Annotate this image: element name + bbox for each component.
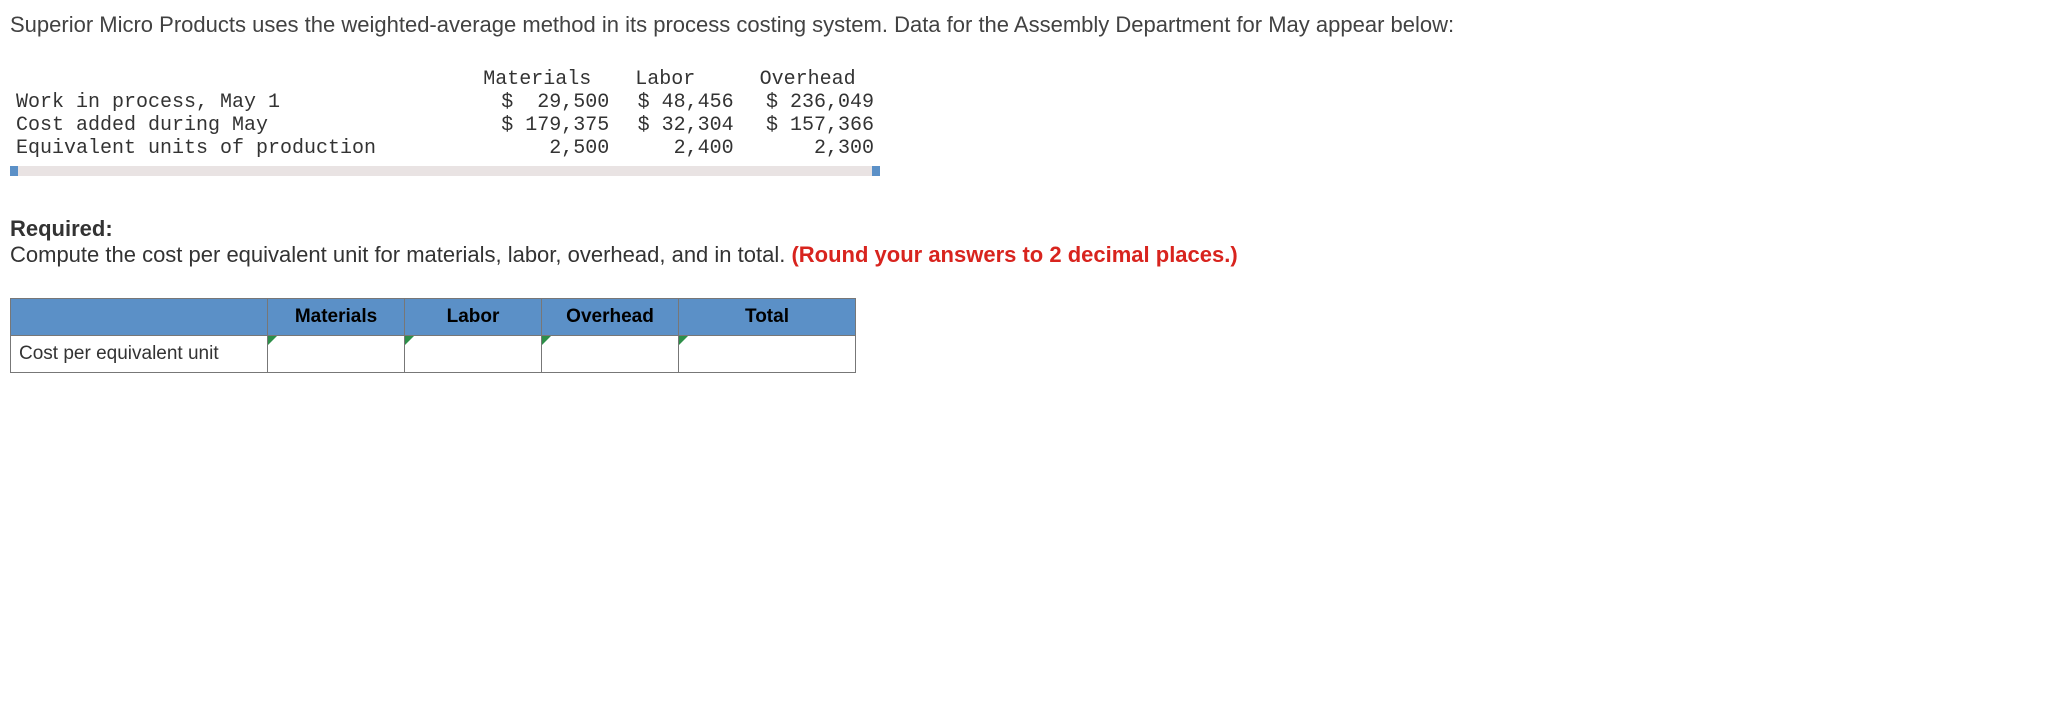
edit-indicator-icon xyxy=(542,336,551,345)
answer-row-label: Cost per equivalent unit xyxy=(11,335,268,372)
table-row: Cost added during May $ 179,375 $ 32,304… xyxy=(10,114,880,137)
input-total[interactable] xyxy=(679,335,856,372)
separator-bar xyxy=(10,166,880,176)
col-materials: Materials xyxy=(477,68,615,91)
cost-data-table: Materials Labor Overhead Work in process… xyxy=(10,68,880,176)
input-labor[interactable] xyxy=(405,335,542,372)
answer-col-overhead: Overhead xyxy=(542,298,679,335)
answer-col-total: Total xyxy=(679,298,856,335)
table-row: Equivalent units of production 2,500 2,4… xyxy=(10,137,880,160)
edit-indicator-icon xyxy=(405,336,414,345)
rounding-hint: (Round your answers to 2 decimal places.… xyxy=(791,242,1237,267)
table-row: Work in process, May 1 $ 29,500 $ 48,456… xyxy=(10,91,880,114)
required-section: Required: Compute the cost per equivalen… xyxy=(10,216,2040,268)
input-overhead[interactable] xyxy=(542,335,679,372)
col-labor: Labor xyxy=(615,68,739,91)
required-text: Compute the cost per equivalent unit for… xyxy=(10,242,791,267)
required-label: Required: xyxy=(10,216,113,241)
answer-corner xyxy=(11,298,268,335)
col-overhead: Overhead xyxy=(740,68,880,91)
answer-col-materials: Materials xyxy=(268,298,405,335)
answer-col-labor: Labor xyxy=(405,298,542,335)
edit-indicator-icon xyxy=(679,336,688,345)
edit-indicator-icon xyxy=(268,336,277,345)
input-materials[interactable] xyxy=(268,335,405,372)
answer-table: Materials Labor Overhead Total Cost per … xyxy=(10,298,856,373)
problem-intro: Superior Micro Products uses the weighte… xyxy=(10,10,2040,40)
